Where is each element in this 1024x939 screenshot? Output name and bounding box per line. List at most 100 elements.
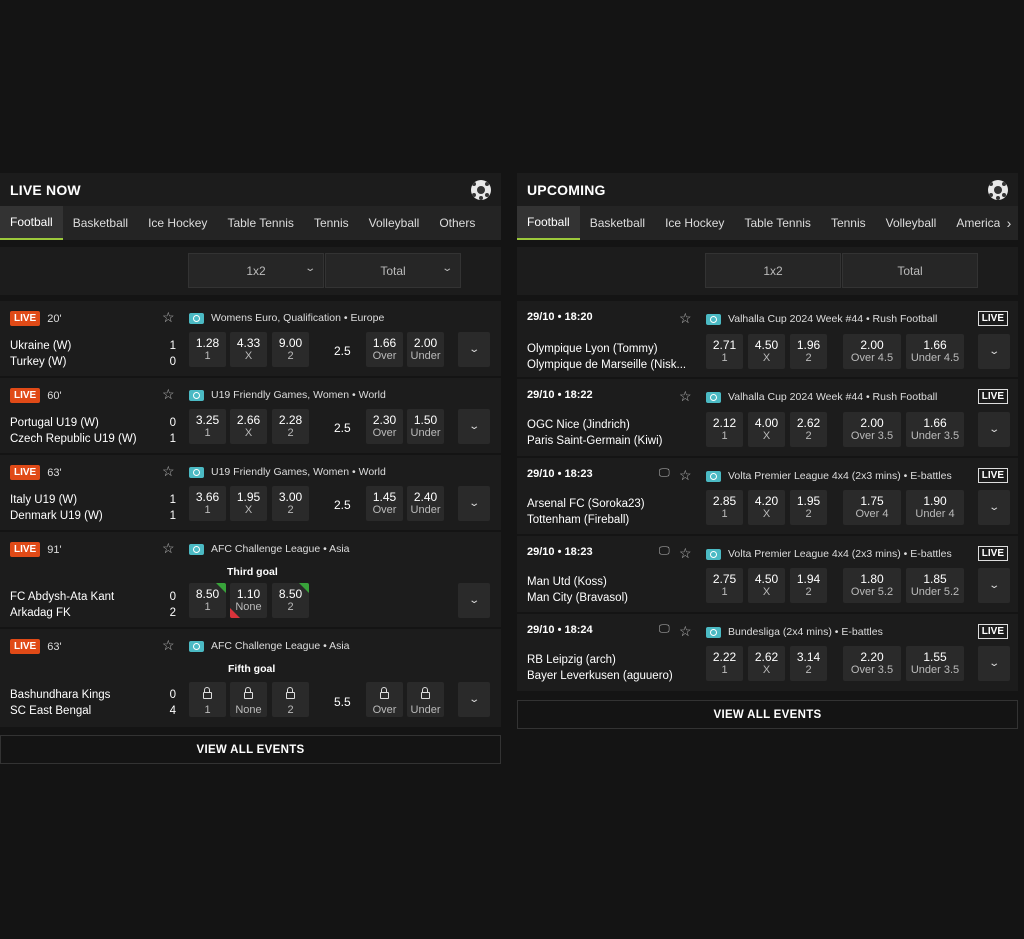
expand-button[interactable]: ⌄ xyxy=(458,583,490,618)
tab-table-tennis[interactable]: Table Tennis xyxy=(734,206,821,240)
chevron-right-icon[interactable]: › xyxy=(1000,206,1018,240)
odds-button-under[interactable]: 2.40 Under xyxy=(407,486,444,521)
tab-football[interactable]: Football xyxy=(0,206,63,240)
upcoming-event-row[interactable]: 29/10 • 18:20 ☆ Valhalla Cup 2024 Week #… xyxy=(517,301,1018,379)
star-icon[interactable]: ☆ xyxy=(679,467,692,484)
live-event-row[interactable]: LIVE 63' ☆ AFC Challenge League • Asia F… xyxy=(0,629,501,727)
odds-button-over[interactable]: 1.80 Over 5.2 xyxy=(843,568,901,603)
tab-volleyball[interactable]: Volleyball xyxy=(876,206,947,240)
odds-button-over[interactable]: 2.00 Over 3.5 xyxy=(843,412,901,447)
tab-ice-hockey[interactable]: Ice Hockey xyxy=(138,206,217,240)
odds-button-under[interactable]: 1.66 Under 4.5 xyxy=(906,334,964,369)
tab-volleyball[interactable]: Volleyball xyxy=(359,206,430,240)
tab-others[interactable]: Others xyxy=(429,206,485,240)
expand-button[interactable]: ⌄ xyxy=(458,682,490,717)
live-event-row[interactable]: LIVE 63' ☆ U19 Friendly Games, Women • W… xyxy=(0,455,501,532)
live-event-row[interactable]: LIVE 20' ☆ Womens Euro, Qualification • … xyxy=(0,301,501,378)
upcoming-view-all-button[interactable]: VIEW ALL EVENTS xyxy=(517,700,1018,729)
star-icon[interactable]: ☆ xyxy=(162,309,175,326)
expand-button[interactable]: ⌄ xyxy=(978,334,1010,369)
odds-button-home[interactable]: 3.66 1 xyxy=(189,486,226,521)
odds-button-under[interactable]: 1.50 Under xyxy=(407,409,444,444)
odds-button-none[interactable]: 1.10 None xyxy=(230,583,267,618)
odds-button-away[interactable]: 2.28 2 xyxy=(272,409,309,444)
odds-button-home[interactable]: 2.75 1 xyxy=(706,568,743,603)
odds-button-home[interactable]: 8.50 1 xyxy=(189,583,226,618)
tab-table-tennis[interactable]: Table Tennis xyxy=(217,206,304,240)
odds-button-over[interactable]: 2.20 Over 3.5 xyxy=(843,646,901,681)
odds-button-draw[interactable]: 4.50 X xyxy=(748,334,785,369)
upcoming-event-row[interactable]: 29/10 • 18:23 🖵 ☆ Volta Premier League 4… xyxy=(517,458,1018,536)
odds-button-over[interactable]: 2.00 Over 4.5 xyxy=(843,334,901,369)
live-event-row[interactable]: LIVE 60' ☆ U19 Friendly Games, Women • W… xyxy=(0,378,501,455)
expand-button[interactable]: ⌄ xyxy=(458,409,490,444)
odds-button-over[interactable]: 2.30 Over xyxy=(366,409,403,444)
odds-button-under[interactable]: 2.00 Under xyxy=(407,332,444,367)
tab-ice-hockey[interactable]: Ice Hockey xyxy=(655,206,734,240)
odds-button-under[interactable]: 1.55 Under 3.5 xyxy=(906,646,964,681)
market-select-1x2[interactable]: 1x2 ⌄ xyxy=(188,253,324,288)
odds-button-home[interactable]: 1.28 1 xyxy=(189,332,226,367)
tab-tennis[interactable]: Tennis xyxy=(821,206,876,240)
star-icon[interactable]: ☆ xyxy=(162,463,175,480)
odds-button-draw[interactable]: 4.20 X xyxy=(748,490,785,525)
odds-button-away[interactable]: 3.14 2 xyxy=(790,646,827,681)
odds-button-home[interactable]: 3.25 1 xyxy=(189,409,226,444)
live-view-all-button[interactable]: VIEW ALL EVENTS xyxy=(0,735,501,764)
star-icon[interactable]: ☆ xyxy=(679,623,692,640)
tab-tennis[interactable]: Tennis xyxy=(304,206,359,240)
odds-button-under[interactable]: 1.85 Under 5.2 xyxy=(906,568,964,603)
expand-button[interactable]: ⌄ xyxy=(978,490,1010,525)
event-time: 29/10 • 18:20 xyxy=(527,311,593,323)
upcoming-event-row[interactable]: 29/10 • 18:22 ☆ Valhalla Cup 2024 Week #… xyxy=(517,379,1018,458)
odds-button-home[interactable]: 2.85 1 xyxy=(706,490,743,525)
star-icon[interactable]: ☆ xyxy=(162,386,175,403)
upcoming-event-row[interactable]: 29/10 • 18:23 🖵 ☆ Volta Premier League 4… xyxy=(517,536,1018,614)
tab-football[interactable]: Football xyxy=(517,206,580,240)
odds-button-under[interactable]: 1.66 Under 3.5 xyxy=(906,412,964,447)
odds-button-home[interactable]: 2.71 1 xyxy=(706,334,743,369)
odds-button-away[interactable]: 9.00 2 xyxy=(272,332,309,367)
odds-button-away[interactable]: 2.62 2 xyxy=(790,412,827,447)
odds-button-away[interactable]: 1.94 2 xyxy=(790,568,827,603)
live-event-row[interactable]: LIVE 91' ☆ AFC Challenge League • Asia T… xyxy=(0,532,501,629)
odds-button-over[interactable]: 1.66 Over xyxy=(366,332,403,367)
live-tag: LIVE xyxy=(977,311,1008,326)
expand-button[interactable]: ⌄ xyxy=(978,412,1010,447)
upcoming-event-row[interactable]: 29/10 • 18:24 🖵 ☆ Bundesliga (2x4 mins) … xyxy=(517,614,1018,691)
expand-button[interactable]: ⌄ xyxy=(978,646,1010,681)
competition: Valhalla Cup 2024 Week #44 • Rush Footba… xyxy=(706,391,937,403)
expand-button[interactable]: ⌄ xyxy=(458,486,490,521)
total-line: 2.5 xyxy=(334,344,351,358)
star-icon[interactable]: ☆ xyxy=(679,545,692,562)
expand-button[interactable]: ⌄ xyxy=(978,568,1010,603)
odds-button-away[interactable]: 3.00 2 xyxy=(272,486,309,521)
odds-button-over[interactable]: 1.75 Over 4 xyxy=(843,490,901,525)
odds-button-over[interactable]: 1.45 Over xyxy=(366,486,403,521)
odds-button-draw[interactable]: 1.95 X xyxy=(230,486,267,521)
market-select-total[interactable]: Total ⌄ xyxy=(325,253,461,288)
odds-button-under[interactable]: 1.90 Under 4 xyxy=(906,490,964,525)
odds-button-home[interactable]: 2.22 1 xyxy=(706,646,743,681)
odds-button-draw[interactable]: 4.33 X xyxy=(230,332,267,367)
odds-button-draw[interactable]: 4.00 X xyxy=(748,412,785,447)
tab-basketball[interactable]: Basketball xyxy=(63,206,138,240)
star-icon[interactable]: ☆ xyxy=(679,310,692,327)
tab-basketball[interactable]: Basketball xyxy=(580,206,655,240)
odds-button-home[interactable]: 2.12 1 xyxy=(706,412,743,447)
score: 01 xyxy=(168,415,176,447)
away-team: Denmark U19 (W) xyxy=(10,510,103,522)
star-icon[interactable]: ☆ xyxy=(162,637,175,654)
expand-button[interactable]: ⌄ xyxy=(458,332,490,367)
home-score: 1 xyxy=(169,494,176,506)
competition-name: U19 Friendly Games, Women • World xyxy=(211,466,386,478)
odds-button-draw[interactable]: 2.66 X xyxy=(230,409,267,444)
odds-button-away[interactable]: 1.95 2 xyxy=(790,490,827,525)
odds-button-away[interactable]: 8.50 2 xyxy=(272,583,309,618)
star-icon[interactable]: ☆ xyxy=(162,540,175,557)
star-icon[interactable]: ☆ xyxy=(679,388,692,405)
odds-button-away[interactable]: 1.96 2 xyxy=(790,334,827,369)
market-header-label: Total xyxy=(897,263,923,278)
odds-button-draw[interactable]: 4.50 X xyxy=(748,568,785,603)
odds-button-draw[interactable]: 2.62 X xyxy=(748,646,785,681)
